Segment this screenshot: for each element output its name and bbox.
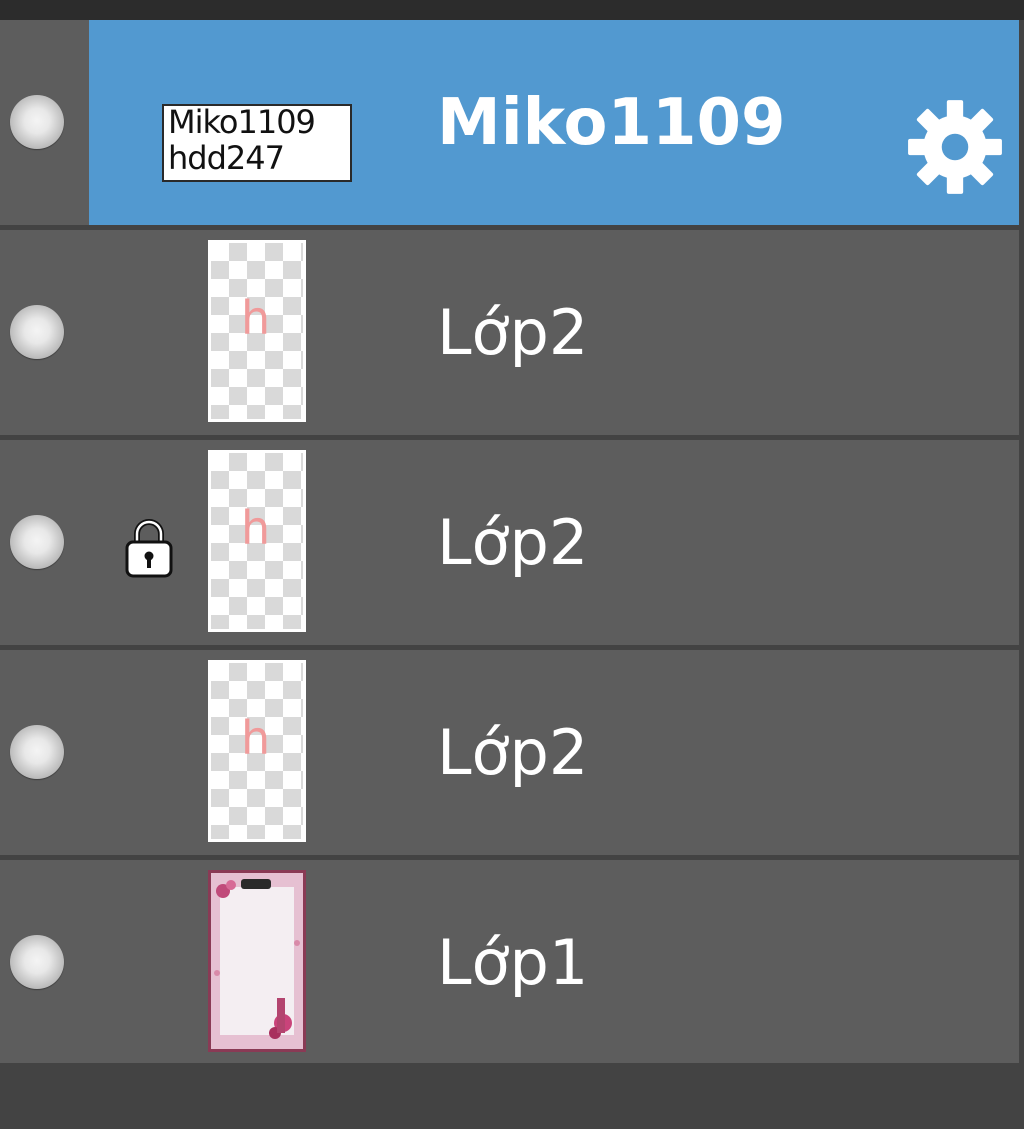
layer-name[interactable]: Lớp2 <box>437 302 588 364</box>
layer-row-lop1[interactable]: Lớp1 <box>0 860 1019 1065</box>
layer-row-lop2[interactable]: h Lớp2 <box>0 650 1019 855</box>
panel-empty-area <box>0 1063 1024 1129</box>
lock-icon <box>125 519 173 578</box>
thumbnail-glyph: h <box>241 291 271 345</box>
layer-name[interactable]: Lớp2 <box>437 512 588 574</box>
visibility-dot-icon[interactable] <box>10 935 64 989</box>
layer-thumbnail[interactable]: h <box>208 660 306 842</box>
thumbnail-text-line2: hdd247 <box>168 139 285 177</box>
visibility-dot-icon[interactable] <box>10 95 64 149</box>
layer-name[interactable]: Miko1109 <box>437 91 786 155</box>
layer-thumbnail[interactable]: h <box>208 450 306 632</box>
layer-name[interactable]: Lớp1 <box>437 932 588 994</box>
layer-row-miko1109[interactable]: Miko1109 hdd247 Miko1109 <box>0 20 1019 225</box>
thumbnail-glyph: h <box>241 711 271 765</box>
layer-thumbnail[interactable]: Miko1109 hdd247 <box>162 104 352 182</box>
visibility-dot-icon[interactable] <box>10 515 64 569</box>
visibility-dot-icon[interactable] <box>10 305 64 359</box>
layer-row-lop2[interactable]: h Lớp2 <box>0 230 1019 435</box>
layer-name[interactable]: Lớp2 <box>437 722 588 784</box>
gear-icon[interactable] <box>904 96 1006 198</box>
panel-top-border <box>0 0 1024 20</box>
thumbnail-text-line1: Miko1109 <box>168 104 316 141</box>
visibility-dot-icon[interactable] <box>10 725 64 779</box>
layers-panel: Miko1109 hdd247 Miko1109 h Lớp2 h Lớp2 h… <box>0 0 1024 1129</box>
layer-thumbnail[interactable] <box>208 870 306 1052</box>
thumbnail-glyph: h <box>241 501 271 555</box>
thumbnail-image <box>211 873 303 1049</box>
layer-thumbnail[interactable]: h <box>208 240 306 422</box>
